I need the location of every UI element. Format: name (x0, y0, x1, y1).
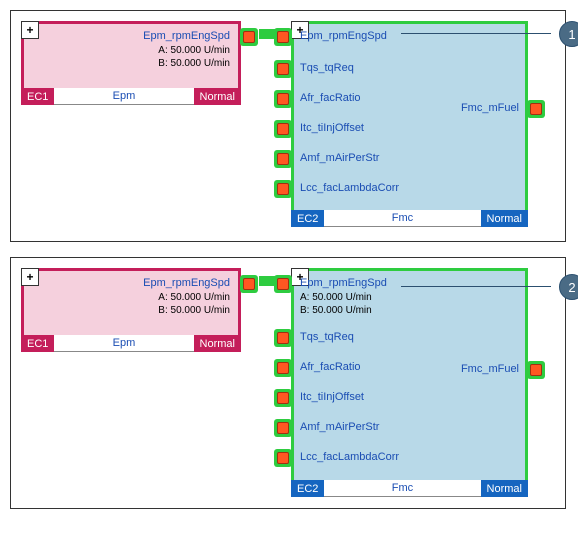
output-port[interactable] (240, 275, 258, 293)
block-ec1[interactable]: + Epm_rpmEngSpd A: 50.000 U/min B: 50.00… (21, 268, 241, 338)
ec1-out-signal: Epm_rpmEngSpd (143, 30, 230, 42)
input-port[interactable] (274, 359, 292, 377)
block-name: Epm (54, 335, 193, 352)
block-id: EC1 (21, 88, 54, 105)
block-id: EC1 (21, 335, 54, 352)
block-status: Normal (481, 480, 528, 497)
block-status: Normal (481, 210, 528, 227)
input-label: Itc_tiInjOffset (300, 391, 364, 403)
block-status: Normal (194, 88, 241, 105)
input-label: Tqs_tqReq (300, 62, 354, 74)
block-name: Fmc (324, 210, 480, 227)
input-port[interactable] (274, 120, 292, 138)
callout-line (401, 286, 551, 287)
block-name: Epm (54, 88, 193, 105)
input-label: Itc_tiInjOffset (300, 122, 364, 134)
input-port[interactable] (274, 60, 292, 78)
input-port[interactable] (274, 419, 292, 437)
input-label: Amf_mAirPerStr (300, 152, 379, 164)
block-id: EC2 (291, 480, 324, 497)
output-port[interactable] (240, 28, 258, 46)
input-port[interactable] (274, 150, 292, 168)
diagram-panel-1: + Epm_rpmEngSpd A: 50.000 U/min B: 50.00… (10, 10, 566, 242)
input-port[interactable] (274, 329, 292, 347)
block-footer: EC1 Epm Normal (21, 335, 241, 352)
input-label: Lcc_facLambdaCorr (300, 451, 399, 463)
input-label: Afr_facRatio (300, 92, 361, 104)
callout-badge: 1 (559, 21, 578, 47)
input-label: Epm_rpmEngSpd (300, 30, 387, 42)
block-id: EC2 (291, 210, 324, 227)
block-name: Fmc (324, 480, 480, 497)
output-port[interactable] (527, 100, 545, 118)
input-label: Afr_facRatio (300, 361, 361, 373)
input-port[interactable] (274, 389, 292, 407)
input-detail-a: A: 50.000 U/min (300, 291, 372, 304)
block-ec1[interactable]: + Epm_rpmEngSpd A: 50.000 U/min B: 50.00… (21, 21, 241, 91)
plus-icon[interactable]: + (21, 21, 39, 39)
input-label: Tqs_tqReq (300, 331, 354, 343)
input-label: Lcc_facLambdaCorr (300, 182, 399, 194)
block-footer: EC2 Fmc Normal (291, 210, 528, 227)
block-footer: EC1 Epm Normal (21, 88, 241, 105)
callout-badge: 2 (559, 274, 578, 300)
block-ec2[interactable]: + Epm_rpmEngSpd A: 50.000 U/min B: 50.00… (291, 268, 528, 483)
input-port[interactable] (274, 449, 292, 467)
plus-icon[interactable]: + (21, 268, 39, 286)
input-label: Amf_mAirPerStr (300, 421, 379, 433)
block-ec2[interactable]: + Epm_rpmEngSpd Tqs_tqReq Afr_facRatio I… (291, 21, 528, 213)
ec1-detail-b: B: 50.000 U/min (158, 304, 230, 317)
ec1-detail-a: A: 50.000 U/min (158, 44, 230, 57)
diagram-panel-2: + Epm_rpmEngSpd A: 50.000 U/min B: 50.00… (10, 257, 566, 509)
output-label: Fmc_mFuel (461, 102, 519, 114)
input-port[interactable] (274, 180, 292, 198)
output-label: Fmc_mFuel (461, 363, 519, 375)
block-footer: EC2 Fmc Normal (291, 480, 528, 497)
ec1-detail-b: B: 50.000 U/min (158, 57, 230, 70)
input-port[interactable] (274, 28, 292, 46)
callout-line (401, 33, 551, 34)
input-label: Epm_rpmEngSpd (300, 277, 387, 289)
block-status: Normal (194, 335, 241, 352)
input-detail-b: B: 50.000 U/min (300, 304, 372, 317)
ec1-detail-a: A: 50.000 U/min (158, 291, 230, 304)
input-port[interactable] (274, 275, 292, 293)
input-port[interactable] (274, 90, 292, 108)
ec1-out-signal: Epm_rpmEngSpd (143, 277, 230, 289)
output-port[interactable] (527, 361, 545, 379)
